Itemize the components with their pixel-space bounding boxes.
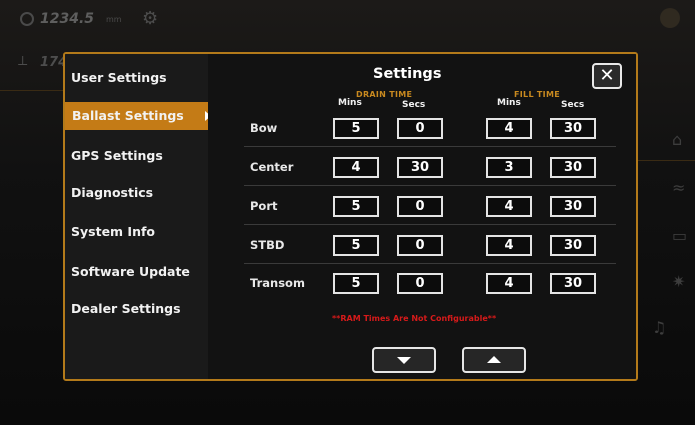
stbd-fill-mins-input[interactable]: 4 (486, 235, 532, 256)
bow-fill-mins-input[interactable]: 4 (486, 118, 532, 139)
music-icon[interactable]: ♫ (652, 318, 666, 337)
scroll-up-button[interactable] (462, 347, 526, 373)
drain-mins-header: Mins (338, 98, 362, 108)
sidebar-item-label: System Info (71, 224, 155, 239)
ram-warning-text: **RAM Times Are Not Configurable** (332, 314, 497, 323)
chevron-up-icon (487, 356, 501, 363)
row-divider (244, 185, 616, 186)
stbd-drain-mins-input[interactable]: 5 (333, 235, 379, 256)
sidebar-item-diagnostics[interactable]: Diagnostics (71, 185, 153, 200)
bow-drain-secs-input[interactable]: 0 (397, 118, 443, 139)
port-fill-mins-input[interactable]: 4 (486, 196, 532, 217)
gear-icon[interactable]: ⚙ (142, 8, 158, 29)
bow-fill-secs-input[interactable]: 30 (550, 118, 596, 139)
sidebar-item-label: Dealer Settings (71, 301, 181, 316)
port-drain-secs-input[interactable]: 0 (397, 196, 443, 217)
row-divider (244, 146, 616, 147)
center-drain-secs-input[interactable]: 30 (397, 157, 443, 178)
ballast-settings-panel: Settings ✕ DRAIN TIME FILL TIME Mins Sec… (208, 54, 636, 379)
speed-gauge-icon (20, 12, 34, 26)
sidebar-item-label: GPS Settings (71, 148, 163, 163)
port-drain-mins-input[interactable]: 5 (333, 196, 379, 217)
sidebar-item-ballast-settings[interactable]: Ballast Settings (65, 102, 211, 130)
sidebar-item-label: User Settings (71, 70, 167, 85)
row-label-transom: Transom (250, 276, 305, 290)
speed-readout: 1234.5 (40, 11, 95, 27)
stbd-drain-secs-input[interactable]: 0 (397, 235, 443, 256)
chevron-down-icon (397, 357, 411, 364)
transom-drain-mins-input[interactable]: 5 (333, 273, 379, 294)
transom-drain-secs-input[interactable]: 0 (397, 273, 443, 294)
close-button[interactable]: ✕ (592, 63, 622, 89)
fill-secs-header: Secs (561, 100, 585, 110)
bg-divider (0, 90, 63, 91)
display-icon[interactable]: ▭ (672, 226, 687, 245)
settings-dialog: User Settings Ballast Settings GPS Setti… (63, 52, 638, 381)
sidebar-item-gps-settings[interactable]: GPS Settings (71, 148, 163, 163)
center-fill-mins-input[interactable]: 3 (486, 157, 532, 178)
sidebar-item-system-info[interactable]: System Info (71, 224, 155, 239)
depth-icon: ⟂ (18, 53, 28, 69)
sidebar-item-dealer-settings[interactable]: Dealer Settings (71, 301, 181, 316)
home-icon[interactable]: ⌂ (672, 130, 682, 149)
row-label-center: Center (250, 160, 294, 174)
corner-indicator (660, 8, 680, 28)
sidebar-item-label: Diagnostics (71, 185, 154, 200)
close-icon: ✕ (599, 65, 615, 86)
row-label-stbd: STBD (250, 238, 285, 252)
sidebar-item-label: Software Update (71, 264, 190, 279)
scroll-down-button[interactable] (372, 347, 436, 373)
sidebar-item-label: Ballast Settings (72, 108, 184, 123)
drain-time-header: DRAIN TIME (356, 90, 413, 99)
boat-icon[interactable]: ≈ (672, 178, 685, 197)
row-label-bow: Bow (250, 121, 278, 135)
row-divider (244, 263, 616, 264)
bow-drain-mins-input[interactable]: 5 (333, 118, 379, 139)
center-drain-mins-input[interactable]: 4 (333, 157, 379, 178)
transom-fill-mins-input[interactable]: 4 (486, 273, 532, 294)
row-label-port: Port (250, 199, 278, 213)
light-icon[interactable]: ✷ (672, 272, 685, 291)
fill-mins-header: Mins (497, 98, 521, 108)
center-fill-secs-input[interactable]: 30 (550, 157, 596, 178)
bg-divider (638, 160, 695, 161)
dialog-title: Settings (373, 66, 442, 82)
stbd-fill-secs-input[interactable]: 30 (550, 235, 596, 256)
sidebar-item-user-settings[interactable]: User Settings (71, 70, 167, 85)
settings-sidebar: User Settings Ballast Settings GPS Setti… (65, 54, 211, 379)
sidebar-item-software-update[interactable]: Software Update (71, 264, 190, 279)
drain-secs-header: Secs (402, 100, 426, 110)
port-fill-secs-input[interactable]: 30 (550, 196, 596, 217)
speed-unit: mm (106, 15, 122, 24)
transom-fill-secs-input[interactable]: 30 (550, 273, 596, 294)
row-divider (244, 224, 616, 225)
fill-time-header: FILL TIME (514, 90, 560, 99)
